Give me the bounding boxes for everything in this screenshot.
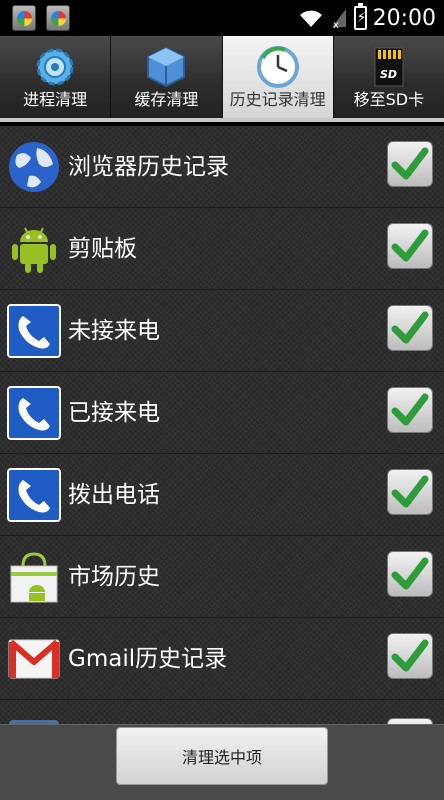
tab-bar: 进程清理 缓存清理 历史记录清理 SD 移至SD卡 <box>0 36 444 122</box>
tab-process-clean[interactable]: 进程清理 <box>0 36 112 118</box>
checkmark-icon <box>391 393 429 426</box>
list-item-partial[interactable] <box>0 700 444 724</box>
svg-text:x: x <box>333 20 339 29</box>
list-item-label: 未接来电 <box>68 318 160 344</box>
checkbox[interactable] <box>387 469 433 515</box>
tab-label: 历史记录清理 <box>229 90 326 109</box>
notification-app-icon <box>46 5 70 31</box>
history-list: 浏览器历史记录 剪贴板 未接来电 已接来电 拨出电话 市场历史 Gmail历史记… <box>0 126 444 724</box>
tab-label: 进程清理 <box>23 90 88 109</box>
list-item-label: 市场历史 <box>68 564 160 590</box>
list-item-label: 剪贴板 <box>68 236 137 262</box>
battery-icon: ⚡ <box>353 3 367 30</box>
wifi-icon <box>299 10 322 27</box>
list-item-market-history[interactable]: 市场历史 <box>0 536 444 618</box>
checkmark-icon <box>391 475 429 508</box>
checkmark-icon <box>391 557 429 590</box>
tab-label: 缓存清理 <box>134 90 199 109</box>
notification-app-icon <box>12 5 36 31</box>
cube-icon <box>147 46 186 88</box>
clock-icon <box>256 46 299 88</box>
list-item-outgoing-calls[interactable]: 拨出电话 <box>0 454 444 536</box>
checkmark-icon <box>391 639 429 672</box>
globe-icon <box>9 142 59 192</box>
sd-card-icon: SD <box>374 47 404 87</box>
list-item-gmail-history[interactable]: Gmail历史记录 <box>0 618 444 700</box>
checkbox[interactable] <box>387 551 433 597</box>
list-item-label: 已接来电 <box>68 400 160 426</box>
phone-icon <box>7 304 61 358</box>
list-item-label: 拨出电话 <box>68 482 160 508</box>
list-item-label: 浏览器历史记录 <box>68 154 229 180</box>
list-item-received-calls[interactable]: 已接来电 <box>0 372 444 454</box>
phone-icon <box>7 386 61 440</box>
checkbox[interactable] <box>387 387 433 433</box>
gear-icon <box>36 48 74 86</box>
tab-history-clean[interactable]: 历史记录清理 <box>222 36 334 118</box>
checkbox[interactable] <box>387 305 433 351</box>
checkbox[interactable] <box>387 141 433 187</box>
market-icon <box>10 552 58 603</box>
tab-cache-clean[interactable]: 缓存清理 <box>111 36 223 118</box>
checkmark-icon <box>391 147 429 180</box>
checkbox[interactable] <box>387 223 433 269</box>
android-icon <box>12 227 56 273</box>
clock: 20:00 <box>372 5 436 31</box>
bottom-bar: 清理选中项 <box>0 724 444 800</box>
signal-icon: x <box>331 9 346 29</box>
list-item-clipboard[interactable]: 剪贴板 <box>0 208 444 290</box>
phone-icon <box>7 468 61 522</box>
svg-text:SD: SD <box>380 68 397 81</box>
gmail-icon <box>8 639 60 679</box>
checkmark-icon <box>391 311 429 344</box>
list-item-missed-calls[interactable]: 未接来电 <box>0 290 444 372</box>
checkbox[interactable] <box>387 633 433 679</box>
status-bar: x ⚡ 20:00 <box>0 0 444 36</box>
tab-move-to-sd[interactable]: SD 移至SD卡 <box>333 36 444 118</box>
checkmark-icon <box>391 229 429 262</box>
list-item-browser-history[interactable]: 浏览器历史记录 <box>0 126 444 208</box>
list-item-label: Gmail历史记录 <box>68 646 228 672</box>
tab-label: 移至SD卡 <box>353 90 425 109</box>
clear-selected-button[interactable]: 清理选中项 <box>116 727 328 785</box>
